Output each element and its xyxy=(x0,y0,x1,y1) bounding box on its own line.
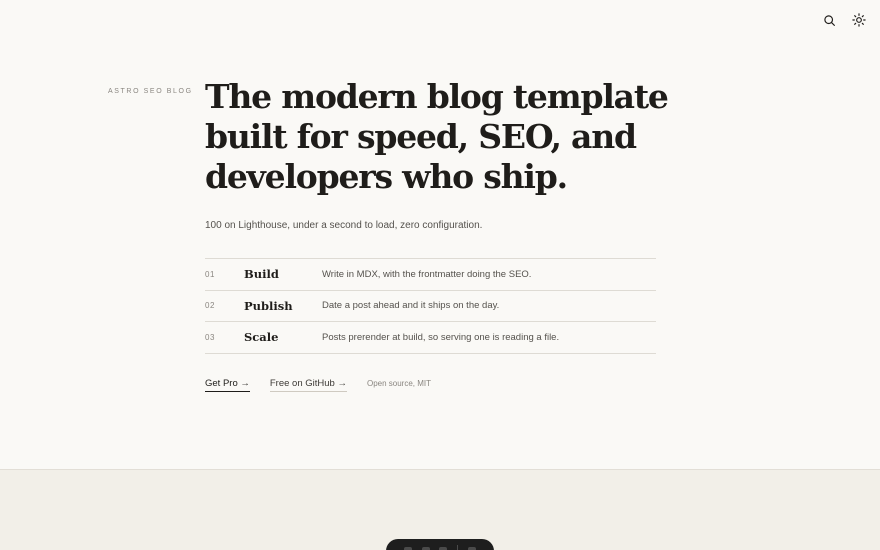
hero: The modern blog template built for speed… xyxy=(205,77,675,231)
search-icon[interactable] xyxy=(820,11,838,29)
hero-actions: Get Pro → Free on GitHub → Open source, … xyxy=(205,378,431,392)
list-item: 02 Publish Date a post ahead and it ship… xyxy=(205,291,656,322)
hero-subhead: 100 on Lighthouse, under a second to loa… xyxy=(205,220,483,231)
eyebrow-label: ASTRO SEO BLOG xyxy=(108,88,193,95)
page-title: The modern blog template built for speed… xyxy=(205,77,669,196)
get-pro-link[interactable]: Get Pro → xyxy=(205,378,250,392)
lower-section xyxy=(0,469,880,550)
step-description: Write in MDX, with the frontmatter doing… xyxy=(322,268,532,280)
step-number: 02 xyxy=(205,301,215,311)
floating-toolbar[interactable] xyxy=(386,539,494,550)
license-note: Open source, MIT xyxy=(366,379,431,388)
toolbar-divider xyxy=(457,545,459,550)
step-number: 01 xyxy=(205,269,215,279)
step-title: Publish xyxy=(244,298,293,313)
steps-list: 01 Build Write in MDX, with the frontmat… xyxy=(205,258,656,354)
step-description: Posts prerender at build, so serving one… xyxy=(322,331,560,343)
list-item: 03 Scale Posts prerender at build, so se… xyxy=(205,322,656,354)
step-title: Scale xyxy=(244,330,279,345)
list-item: 01 Build Write in MDX, with the frontmat… xyxy=(205,259,656,291)
step-number: 03 xyxy=(205,332,215,342)
header-actions xyxy=(820,11,868,29)
step-description: Date a post ahead and it ships on the da… xyxy=(322,300,500,312)
github-link[interactable]: Free on GitHub → xyxy=(269,378,347,392)
step-title: Build xyxy=(244,267,279,282)
sun-icon[interactable] xyxy=(850,11,868,29)
